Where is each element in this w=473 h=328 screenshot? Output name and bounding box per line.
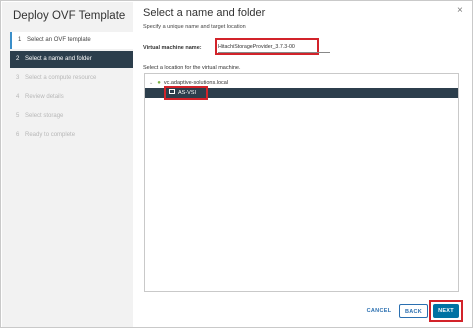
folder-highlight <box>164 86 208 100</box>
step-number: 1 <box>18 37 22 43</box>
deploy-ovf-dialog: Deploy OVF Template 1 Select an OVF temp… <box>0 0 473 328</box>
step-label: Select storage <box>25 113 64 119</box>
main-panel: Select a name and folder × Specify a uni… <box>143 2 463 322</box>
step-label: Ready to complete <box>25 132 76 138</box>
wizard-sidebar: Deploy OVF Template 1 Select an OVF temp… <box>2 2 133 327</box>
step-select-compute-resource: 3 Select a compute resource <box>10 70 133 87</box>
vm-name-label: Virtual machine name: <box>143 45 202 51</box>
step-select-ovf-template[interactable]: 1 Select an OVF template <box>10 32 133 49</box>
wizard-title: Deploy OVF Template <box>13 10 126 22</box>
chevron-down-icon[interactable]: ⌄ <box>149 80 153 86</box>
page-title: Select a name and folder <box>143 7 266 19</box>
step-number: 6 <box>16 132 20 138</box>
back-button[interactable]: BACK <box>399 304 428 318</box>
cancel-button[interactable]: CANCEL <box>364 304 394 318</box>
step-label: Review details <box>25 94 64 100</box>
page-subtitle: Specify a unique name and target locatio… <box>143 24 246 30</box>
step-label: Select an OVF template <box>27 37 91 43</box>
step-label: Select a compute resource <box>25 75 97 81</box>
step-number: 2 <box>16 56 20 62</box>
next-button[interactable]: NEXT <box>433 304 459 318</box>
location-label: Select a location for the virtual machin… <box>143 65 241 71</box>
wizard-steps: 1 Select an OVF template 2 Select a name… <box>10 32 133 146</box>
step-number: 5 <box>16 113 20 119</box>
step-number: 4 <box>16 94 20 100</box>
step-select-storage: 5 Select storage <box>10 108 133 125</box>
step-ready-to-complete: 6 Ready to complete <box>10 127 133 144</box>
location-tree[interactable]: ⌄ ● vc.adaptive-solutions.local AS-VSI <box>144 73 459 292</box>
step-number: 3 <box>16 75 20 81</box>
step-select-name-and-folder[interactable]: 2 Select a name and folder <box>10 51 133 68</box>
vm-name-input[interactable] <box>218 42 330 53</box>
step-label: Select a name and folder <box>25 56 92 62</box>
step-review-details: 4 Review details <box>10 89 133 106</box>
vcenter-icon: ● <box>157 80 161 86</box>
close-icon[interactable]: × <box>457 5 463 16</box>
